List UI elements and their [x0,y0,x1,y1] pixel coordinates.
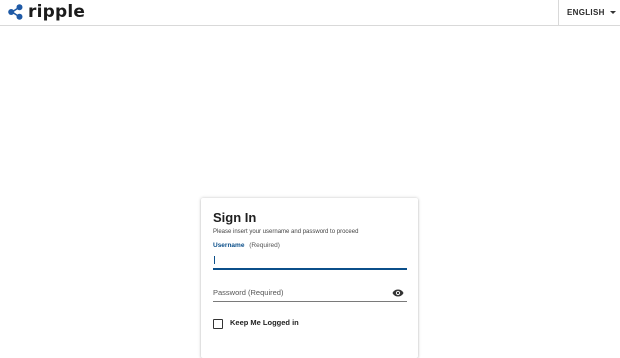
password-input[interactable] [213,284,407,302]
top-bar: ripple ENGLISH [0,0,620,26]
username-input[interactable] [213,251,407,270]
sign-in-title: Sign In [213,210,257,225]
language-label: ENGLISH [567,8,605,17]
username-label-text: Username [213,242,245,249]
ripple-logo-icon [8,4,23,20]
sign-in-subtitle: Please insert your username and password… [213,229,359,235]
brand-name: ripple [28,2,86,22]
username-label: Username (Required) [213,242,280,249]
sign-in-card: Sign In Please insert your username and … [201,198,418,358]
eye-icon[interactable] [392,289,404,297]
text-cursor [214,256,215,264]
ripple-logo[interactable]: ripple [7,3,85,21]
caret-down-icon [609,11,616,14]
username-required-text: (Required) [249,242,280,249]
keep-logged-in-label[interactable]: Keep Me Logged in [230,318,299,327]
language-selector[interactable]: ENGLISH [558,0,620,25]
keep-logged-in-checkbox[interactable] [213,319,223,329]
